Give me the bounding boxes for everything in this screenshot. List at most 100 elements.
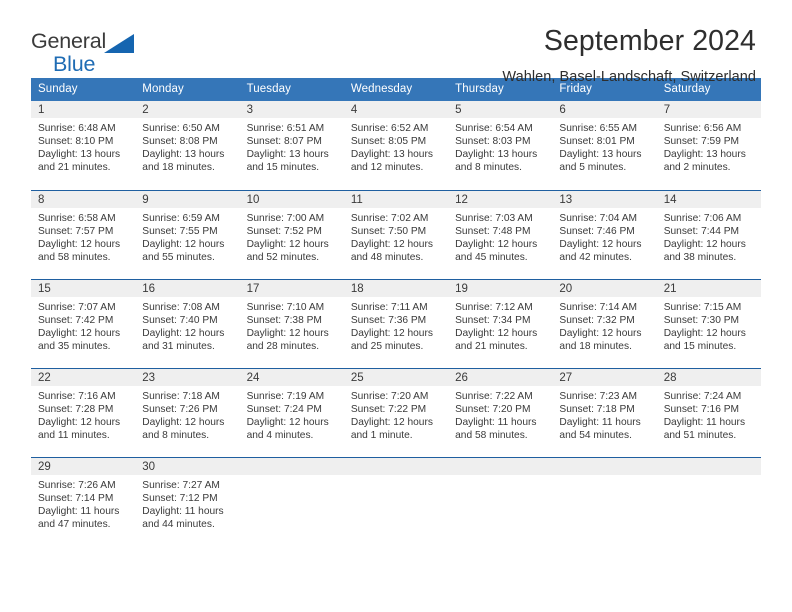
- sunset-text: Sunset: 7:20 PM: [455, 403, 531, 415]
- sunset-text: Sunset: 7:48 PM: [455, 225, 531, 237]
- daylight-text-l2: and 47 minutes.: [38, 518, 111, 530]
- sunset-text: Sunset: 7:55 PM: [142, 225, 218, 237]
- daylight-text-l1: Daylight: 11 hours: [142, 505, 224, 517]
- day-number: 26: [448, 368, 553, 386]
- sunset-text: Sunset: 8:01 PM: [559, 136, 635, 148]
- day-number: 16: [135, 279, 240, 297]
- day-cell[interactable]: 4 Sunrise: 6:52 AM Sunset: 8:05 PM Dayli…: [343, 101, 449, 190]
- day-cell[interactable]: 26 Sunrise: 7:22 AM Sunset: 7:20 PM Dayl…: [448, 367, 553, 457]
- daylight-text-l2: and 12 minutes.: [350, 162, 424, 174]
- day-cell[interactable]: 11 Sunrise: 7:02 AM Sunset: 7:50 PM Dayl…: [343, 189, 449, 279]
- day-cell[interactable]: 17 Sunrise: 7:10 AM Sunset: 7:38 PM Dayl…: [239, 278, 344, 368]
- day-details: Sunrise: 7:24 AM Sunset: 7:16 PM Dayligh…: [657, 386, 761, 442]
- daylight-text-l2: and 2 minutes.: [663, 162, 731, 174]
- day-cell[interactable]: 8 Sunrise: 6:58 AM Sunset: 7:57 PM Dayli…: [31, 189, 136, 279]
- daylight-text-l2: and 44 minutes.: [142, 518, 215, 530]
- sunrise-text: Sunrise: 6:58 AM: [38, 212, 116, 224]
- day-number: 29: [31, 457, 136, 475]
- day-cell[interactable]: 28 Sunrise: 7:24 AM Sunset: 7:16 PM Dayl…: [656, 367, 761, 457]
- day-cell[interactable]: 23 Sunrise: 7:18 AM Sunset: 7:26 PM Dayl…: [135, 367, 240, 457]
- day-number: [343, 457, 449, 475]
- day-cell[interactable]: 20 Sunrise: 7:14 AM Sunset: 7:32 PM Dayl…: [552, 278, 657, 368]
- day-details: Sunrise: 6:56 AM Sunset: 7:59 PM Dayligh…: [657, 118, 761, 174]
- sunset-text: Sunset: 7:26 PM: [142, 403, 218, 415]
- day-cell[interactable]: 24 Sunrise: 7:19 AM Sunset: 7:24 PM Dayl…: [239, 367, 344, 457]
- day-cell[interactable]: 15 Sunrise: 7:07 AM Sunset: 7:42 PM Dayl…: [31, 278, 136, 368]
- day-number: 20: [552, 279, 657, 297]
- day-details: Sunrise: 7:14 AM Sunset: 7:32 PM Dayligh…: [552, 297, 656, 353]
- day-cell[interactable]: 9 Sunrise: 6:59 AM Sunset: 7:55 PM Dayli…: [135, 189, 240, 279]
- day-cell[interactable]: 10 Sunrise: 7:00 AM Sunset: 7:52 PM Dayl…: [239, 189, 344, 279]
- sunset-text: Sunset: 7:38 PM: [246, 314, 322, 326]
- day-cell[interactable]: 21 Sunrise: 7:15 AM Sunset: 7:30 PM Dayl…: [656, 278, 761, 368]
- sunset-text: Sunset: 7:30 PM: [663, 314, 740, 326]
- sunrise-text: Sunrise: 7:23 AM: [559, 390, 637, 402]
- day-number: 3: [239, 101, 344, 118]
- daylight-text-l2: and 21 minutes.: [38, 162, 111, 174]
- day-details: Sunrise: 7:06 AM Sunset: 7:44 PM Dayligh…: [657, 208, 761, 264]
- day-cell[interactable]: 13 Sunrise: 7:04 AM Sunset: 7:46 PM Dayl…: [552, 189, 657, 279]
- day-details: Sunrise: 6:58 AM Sunset: 7:57 PM Dayligh…: [31, 208, 135, 264]
- sunrise-text: Sunrise: 7:00 AM: [246, 212, 325, 224]
- daylight-text-l1: Daylight: 12 hours: [350, 327, 433, 339]
- sunrise-text: Sunrise: 6:48 AM: [38, 123, 116, 134]
- day-cell[interactable]: 16 Sunrise: 7:08 AM Sunset: 7:40 PM Dayl…: [135, 278, 240, 368]
- day-cell[interactable]: 2 Sunrise: 6:50 AM Sunset: 8:08 PM Dayli…: [135, 101, 240, 190]
- day-cell[interactable]: 6 Sunrise: 6:55 AM Sunset: 8:01 PM Dayli…: [552, 101, 657, 190]
- daylight-text-l1: Daylight: 13 hours: [38, 149, 121, 161]
- day-cell[interactable]: 5 Sunrise: 6:54 AM Sunset: 8:03 PM Dayli…: [448, 101, 553, 190]
- day-details: Sunrise: 7:23 AM Sunset: 7:18 PM Dayligh…: [552, 386, 656, 442]
- day-details: [552, 475, 656, 479]
- daylight-text-l2: and 11 minutes.: [38, 429, 110, 441]
- sunset-text: Sunset: 7:44 PM: [663, 225, 740, 237]
- day-cell[interactable]: 14 Sunrise: 7:06 AM Sunset: 7:44 PM Dayl…: [656, 189, 761, 279]
- day-cell[interactable]: 30 Sunrise: 7:27 AM Sunset: 7:12 PM Dayl…: [135, 456, 240, 546]
- daylight-text-l2: and 35 minutes.: [38, 340, 111, 352]
- day-cell[interactable]: 12 Sunrise: 7:03 AM Sunset: 7:48 PM Dayl…: [448, 189, 553, 279]
- day-cell[interactable]: 25 Sunrise: 7:20 AM Sunset: 7:22 PM Dayl…: [343, 367, 449, 457]
- daylight-text-l2: and 28 minutes.: [246, 340, 320, 352]
- day-cell[interactable]: 29 Sunrise: 7:26 AM Sunset: 7:14 PM Dayl…: [31, 456, 136, 546]
- sunset-text: Sunset: 8:07 PM: [246, 136, 322, 148]
- day-cell-empty: [448, 456, 553, 546]
- sunset-text: Sunset: 7:50 PM: [350, 225, 427, 237]
- day-cell-empty: [656, 456, 761, 546]
- day-number: 23: [135, 368, 240, 386]
- daylight-text-l1: Daylight: 13 hours: [350, 149, 433, 161]
- day-cell[interactable]: 27 Sunrise: 7:23 AM Sunset: 7:18 PM Dayl…: [552, 367, 657, 457]
- sunrise-text: Sunrise: 6:55 AM: [559, 123, 637, 134]
- daylight-text-l2: and 21 minutes.: [455, 340, 528, 352]
- day-details: Sunrise: 6:59 AM Sunset: 7:55 PM Dayligh…: [135, 208, 239, 264]
- day-details: Sunrise: 7:04 AM Sunset: 7:46 PM Dayligh…: [552, 208, 656, 264]
- day-cell[interactable]: 22 Sunrise: 7:16 AM Sunset: 7:28 PM Dayl…: [31, 367, 136, 457]
- daylight-text-l2: and 31 minutes.: [142, 340, 215, 352]
- daylight-text-l1: Daylight: 12 hours: [455, 327, 538, 339]
- daylight-text-l1: Daylight: 13 hours: [455, 149, 538, 161]
- triangle-icon: [104, 34, 134, 53]
- day-cell[interactable]: 18 Sunrise: 7:11 AM Sunset: 7:36 PM Dayl…: [343, 278, 449, 368]
- day-cell-empty: [552, 456, 657, 546]
- week-row: 8 Sunrise: 6:58 AM Sunset: 7:57 PM Dayli…: [31, 189, 761, 279]
- day-cell[interactable]: 3 Sunrise: 6:51 AM Sunset: 8:07 PM Dayli…: [239, 101, 344, 190]
- daylight-text-l1: Daylight: 12 hours: [38, 416, 121, 428]
- day-cell[interactable]: 1 Sunrise: 6:48 AM Sunset: 8:10 PM Dayli…: [31, 101, 136, 190]
- title-block: September 2024 Wahlen, Basel-Landschaft,…: [149, 24, 756, 87]
- day-details: [240, 475, 344, 479]
- daylight-text-l2: and 18 minutes.: [559, 340, 632, 352]
- day-number: 28: [656, 368, 761, 386]
- sunset-text: Sunset: 7:16 PM: [663, 403, 740, 415]
- sunset-text: Sunset: 7:28 PM: [38, 403, 114, 415]
- daylight-text-l2: and 58 minutes.: [38, 251, 111, 263]
- day-cell[interactable]: 19 Sunrise: 7:12 AM Sunset: 7:34 PM Dayl…: [448, 278, 553, 368]
- daylight-text-l2: and 55 minutes.: [142, 251, 215, 263]
- general-blue-logo[interactable]: General Blue: [31, 24, 149, 76]
- sunrise-text: Sunrise: 7:20 AM: [350, 390, 429, 402]
- daylight-text-l1: Daylight: 13 hours: [246, 149, 329, 161]
- day-number: 24: [239, 368, 344, 386]
- day-cell[interactable]: 7 Sunrise: 6:56 AM Sunset: 7:59 PM Dayli…: [656, 101, 761, 190]
- sunset-text: Sunset: 7:42 PM: [38, 314, 114, 326]
- sunrise-text: Sunrise: 7:06 AM: [663, 212, 742, 224]
- daylight-text-l2: and 15 minutes.: [246, 162, 320, 174]
- calendar-body: 1 Sunrise: 6:48 AM Sunset: 8:10 PM Dayli…: [31, 101, 761, 546]
- sunrise-text: Sunrise: 7:26 AM: [38, 479, 116, 491]
